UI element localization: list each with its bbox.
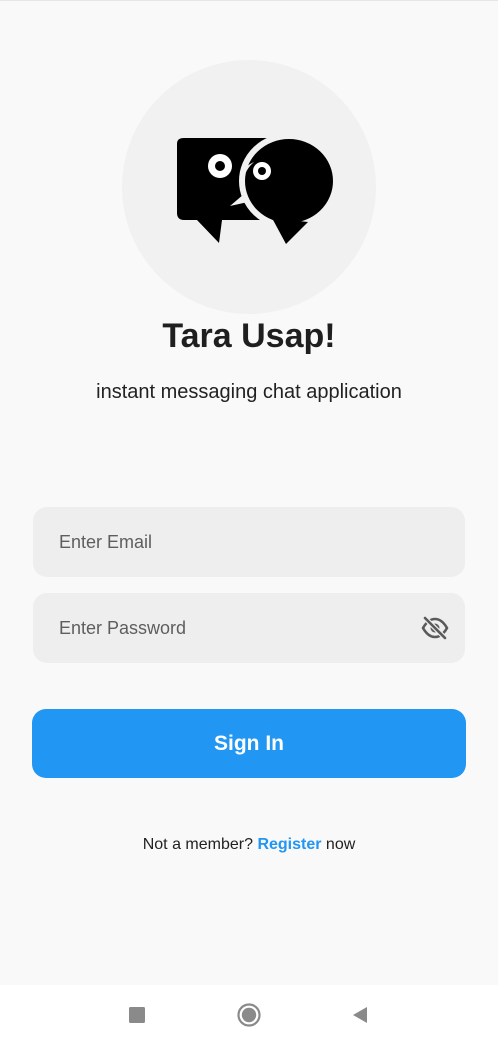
app-logo xyxy=(122,60,376,314)
home-icon[interactable] xyxy=(236,1002,262,1028)
register-prompt: Not a member? Register now xyxy=(0,834,498,856)
register-link[interactable]: Register xyxy=(257,836,321,853)
email-field[interactable] xyxy=(33,507,465,577)
password-field[interactable] xyxy=(33,593,465,663)
recent-apps-icon[interactable] xyxy=(124,1002,150,1028)
system-navigation-bar xyxy=(0,985,498,1045)
register-suffix: now xyxy=(325,836,356,853)
email-field-container xyxy=(33,507,465,577)
register-prefix: Not a member? xyxy=(142,836,253,853)
sign-in-button[interactable]: Sign In xyxy=(32,709,466,778)
status-divider xyxy=(0,0,498,1)
app-title: Tara Usap! xyxy=(162,317,336,355)
app-subtitle: instant messaging chat application xyxy=(96,381,402,403)
back-icon[interactable] xyxy=(347,1002,373,1028)
eye-off-icon[interactable] xyxy=(421,615,449,641)
password-field-container xyxy=(33,593,465,663)
chat-bubbles-logo-icon xyxy=(177,133,339,244)
